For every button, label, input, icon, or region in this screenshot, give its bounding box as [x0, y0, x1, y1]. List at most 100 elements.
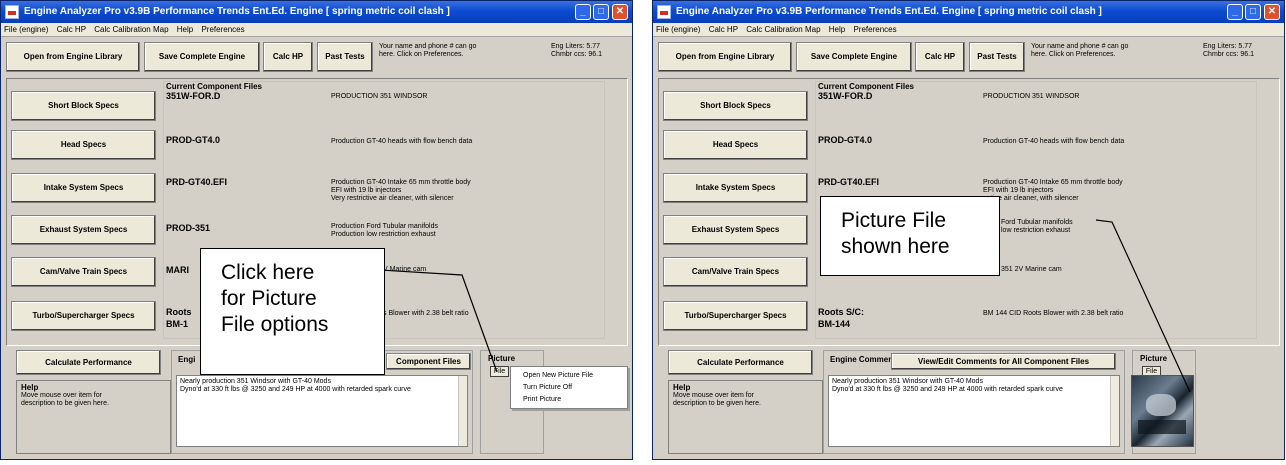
close-icon[interactable]: ✕	[1264, 4, 1280, 20]
menu-calc-calibration-map[interactable]: Calc Calibration Map	[91, 23, 171, 34]
calculate-performance-button[interactable]: Calculate Performance	[668, 350, 813, 375]
menu-file-engine[interactable]: File (engine)	[1, 23, 51, 34]
menu-help[interactable]: Help	[826, 23, 848, 34]
print-picture-item[interactable]: Print Picture	[511, 394, 627, 406]
menu-bar: File (engine) Calc HP Calc Calibration M…	[653, 23, 1284, 37]
calc-hp-button[interactable]: Calc HP	[915, 42, 965, 72]
engine-stats: Eng Liters: 5.77 Chmbr ccs: 96.1	[1203, 43, 1254, 59]
head-specs-button[interactable]: Head Specs	[11, 130, 156, 160]
save-complete-engine-button[interactable]: Save Complete Engine	[144, 42, 260, 72]
exhaust-desc-line: Production low restriction exhaust	[331, 231, 436, 238]
head-specs-button[interactable]: Head Specs	[663, 130, 808, 160]
head-file-desc: Production GT-40 heads with flow bench d…	[983, 138, 1125, 145]
open-engine-library-button[interactable]: Open from Engine Library	[658, 42, 792, 72]
callout-line: Click here	[221, 261, 315, 284]
view-edit-comments-button-partial[interactable]: Component Files	[386, 353, 471, 370]
minimize-icon[interactable]: _	[1227, 4, 1243, 20]
eng-liters: Eng Liters: 5.77	[551, 43, 601, 50]
turbo-file-name[interactable]: Roots S/C:	[818, 307, 864, 317]
past-tests-button[interactable]: Past Tests	[969, 42, 1025, 72]
head-file-desc: Production GT-40 heads with flow bench d…	[331, 138, 473, 145]
short-block-specs-button[interactable]: Short Block Specs	[663, 91, 808, 121]
chmbr-ccs: Chmbr ccs: 96.1	[1203, 51, 1254, 58]
menu-calc-calibration-map[interactable]: Calc Calibration Map	[743, 23, 823, 34]
window-title: Engine Analyzer Pro v3.9B Performance Tr…	[676, 6, 1102, 17]
head-file-name[interactable]: PROD-GT4.0	[166, 135, 220, 145]
exhaust-desc-line: Ford Tubular manifolds	[1001, 219, 1073, 226]
engine-comments-textarea[interactable]: Nearly production 351 Windsor with GT-40…	[176, 375, 468, 447]
help-line: description to be given here.	[21, 400, 109, 407]
intake-desc-line: Production GT-40 Intake 65 mm throttle b…	[331, 179, 471, 186]
cam-valve-train-specs-button[interactable]: Cam/Valve Train Specs	[663, 257, 808, 287]
help-title: Help	[21, 383, 39, 392]
app-icon	[5, 5, 19, 19]
title-bar[interactable]: Engine Analyzer Pro v3.9B Performance Tr…	[1, 1, 632, 23]
engine-comments-textarea[interactable]: Nearly production 351 Windsor with GT-40…	[828, 375, 1120, 447]
intake-system-specs-button[interactable]: Intake System Specs	[663, 173, 808, 203]
turbo-supercharger-specs-button[interactable]: Turbo/Supercharger Specs	[11, 301, 156, 331]
comments-scrollbar[interactable]	[458, 376, 467, 446]
menu-help[interactable]: Help	[174, 23, 196, 34]
turbo-file-desc: BM 144 CID Roots Blower with 2.38 belt r…	[983, 310, 1124, 317]
turbo-file-id-partial[interactable]: BM-1	[166, 319, 188, 329]
window-title: Engine Analyzer Pro v3.9B Performance Tr…	[24, 6, 450, 17]
callout-line: shown here	[841, 235, 950, 258]
menu-calc-hp[interactable]: Calc HP	[54, 23, 89, 34]
chmbr-ccs: Chmbr ccs: 96.1	[551, 51, 602, 58]
help-line: description to be given here.	[673, 400, 761, 407]
intake-file-name[interactable]: PRD-GT40.EFI	[166, 177, 227, 187]
callout-picture-file-options: Click here for Picture File options	[200, 248, 385, 375]
head-file-name[interactable]: PROD-GT4.0	[818, 135, 872, 145]
turbo-supercharger-specs-button[interactable]: Turbo/Supercharger Specs	[663, 301, 808, 331]
comment-line: Dyno'd at 330 ft lbs @ 3250 and 249 HP a…	[832, 386, 1063, 393]
open-new-picture-file-item[interactable]: Open New Picture File	[511, 370, 627, 382]
toolbar-preferences-note: Your name and phone # can go here. Click…	[379, 43, 476, 59]
toolbar-preferences-note: Your name and phone # can go here. Click…	[1031, 43, 1128, 59]
view-edit-comments-button[interactable]: View/Edit Comments for All Component Fil…	[891, 353, 1116, 370]
menu-calc-hp[interactable]: Calc HP	[706, 23, 741, 34]
save-complete-engine-button[interactable]: Save Complete Engine	[796, 42, 912, 72]
calc-hp-button[interactable]: Calc HP	[263, 42, 313, 72]
help-line: Move mouse over item for	[673, 392, 754, 399]
toolbar-note-line-1: Your name and phone # can go	[1031, 43, 1129, 50]
maximize-icon[interactable]: □	[593, 4, 609, 20]
intake-file-name[interactable]: PRD-GT40.EFI	[818, 177, 879, 187]
cam-file-name-partial[interactable]: MARI	[166, 265, 189, 275]
close-icon[interactable]: ✕	[612, 4, 628, 20]
intake-system-specs-button[interactable]: Intake System Specs	[11, 173, 156, 203]
help-box: Help Move mouse over item for descriptio…	[668, 380, 823, 454]
exhaust-file-desc: Production Ford Tubular manifolds Produc…	[331, 223, 438, 239]
title-bar[interactable]: Engine Analyzer Pro v3.9B Performance Tr…	[653, 1, 1284, 23]
past-tests-button[interactable]: Past Tests	[317, 42, 373, 72]
engine-analyzer-window-left: Engine Analyzer Pro v3.9B Performance Tr…	[0, 0, 633, 460]
comment-line: Nearly production 351 Windsor with GT-40…	[180, 378, 331, 385]
menu-preferences[interactable]: Preferences	[198, 23, 247, 34]
comments-scrollbar[interactable]	[1110, 376, 1119, 446]
cam-file-desc-partial: 351 2V Marine cam	[1001, 266, 1062, 273]
exhaust-system-specs-button[interactable]: Exhaust System Specs	[11, 215, 156, 245]
exhaust-system-specs-button[interactable]: Exhaust System Specs	[663, 215, 808, 245]
turbo-file-id[interactable]: BM-144	[818, 319, 850, 329]
maximize-icon[interactable]: □	[1245, 4, 1261, 20]
cam-file-desc-partial: V Marine cam	[383, 266, 427, 273]
turbo-file-desc-partial: s Blower with 2.38 belt ratio	[383, 310, 469, 317]
minimize-icon[interactable]: _	[575, 4, 591, 20]
menu-preferences[interactable]: Preferences	[850, 23, 899, 34]
turn-picture-off-item[interactable]: Turn Picture Off	[511, 382, 627, 394]
menu-file-engine[interactable]: File (engine)	[653, 23, 703, 34]
engine-comments-label-partial: Engi	[178, 355, 196, 364]
callout-line: for Picture	[221, 287, 317, 310]
comment-line: Dyno'd at 330 ft lbs @ 3250 and 249 HP a…	[180, 386, 411, 393]
turbo-file-name-partial[interactable]: Roots	[166, 307, 192, 317]
engine-picture-image	[1131, 375, 1194, 447]
exhaust-file-name[interactable]: PROD-351	[166, 223, 210, 233]
cam-valve-train-specs-button[interactable]: Cam/Valve Train Specs	[11, 257, 156, 287]
short-block-file-name[interactable]: 351W-FOR.D	[818, 91, 872, 101]
picture-file-button[interactable]: File	[490, 366, 509, 377]
open-engine-library-button[interactable]: Open from Engine Library	[6, 42, 140, 72]
exhaust-file-desc-partial: Ford Tubular manifolds low restriction e…	[1001, 219, 1073, 235]
calculate-performance-button[interactable]: Calculate Performance	[16, 350, 161, 375]
short-block-file-name[interactable]: 351W-FOR.D	[166, 91, 220, 101]
short-block-specs-button[interactable]: Short Block Specs	[11, 91, 156, 121]
toolbar-note-line-2: here. Click on Preferences.	[1031, 51, 1116, 58]
